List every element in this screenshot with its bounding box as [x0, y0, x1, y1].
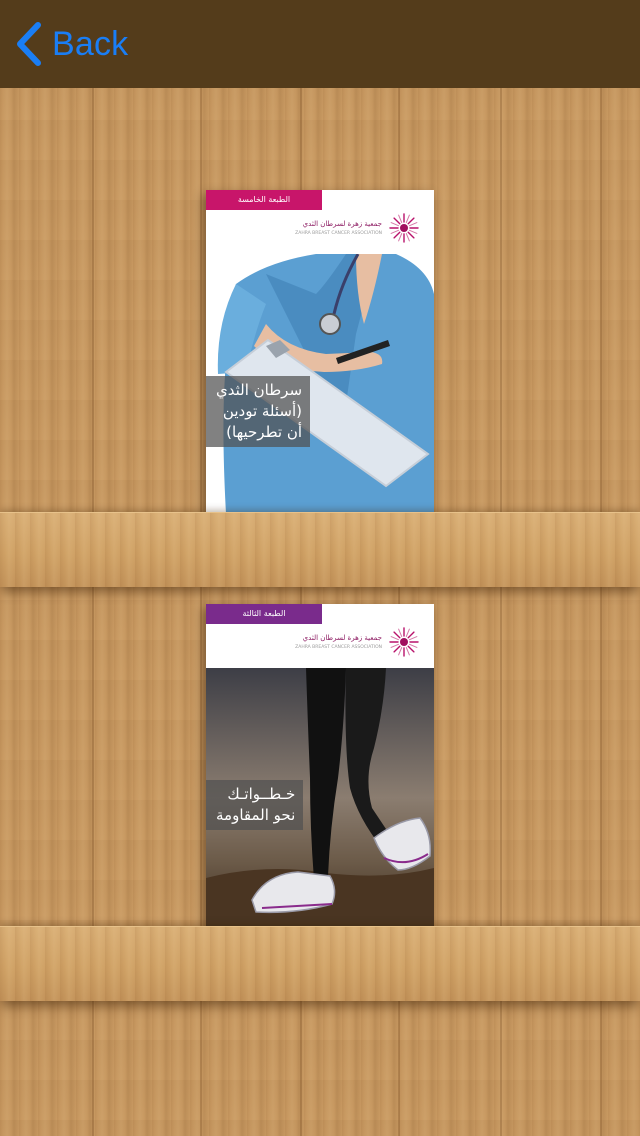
back-button[interactable]: Back [14, 20, 128, 68]
book-title-line: نحو المقاومة [216, 806, 296, 824]
org-name: جمعية زهرة لسرطان الثدي [302, 634, 382, 642]
book-title-line: أن تطرحيها) [226, 423, 303, 441]
back-button-label: Back [52, 24, 129, 63]
book-cover[interactable]: الطبعة الثالثة جمعية زهرة لسرطان الثدي Z… [206, 604, 434, 928]
org-name-english: ZAHRA BREAST CANCER ASSOCIATION [295, 645, 382, 650]
book-title: خـطــواتـك نحو المقاومة [206, 780, 304, 830]
book-title-line: (أسئلة تودين [222, 402, 303, 420]
flower-logo-icon [389, 627, 419, 657]
bookshelf [0, 512, 640, 587]
org-name-english: ZAHRA BREAST CANCER ASSOCIATION [295, 231, 382, 236]
book-cover[interactable]: الطبعة الخامسة جمعية زهرة لسرطان الثدي Z… [206, 190, 434, 514]
book-cover-header: الطبعة الثالثة جمعية زهرة لسرطان الثدي Z… [206, 604, 434, 668]
book-title-line: خـطــواتـك [227, 785, 296, 803]
chevron-left-icon [17, 22, 41, 66]
edition-tag: الطبعة الخامسة [206, 190, 322, 210]
book-title-line: سرطان الثدي [216, 381, 303, 399]
book-cover-header: الطبعة الخامسة جمعية زهرة لسرطان الثدي Z… [206, 190, 434, 254]
org-name: جمعية زهرة لسرطان الثدي [302, 220, 382, 228]
bookshelf [0, 926, 640, 1001]
flower-logo-icon [389, 213, 419, 243]
navigation-bar: Back [0, 0, 640, 88]
book-title: سرطان الثدي (أسئلة تودين أن تطرحيها) [206, 376, 311, 447]
edition-tag: الطبعة الثالثة [206, 604, 322, 624]
